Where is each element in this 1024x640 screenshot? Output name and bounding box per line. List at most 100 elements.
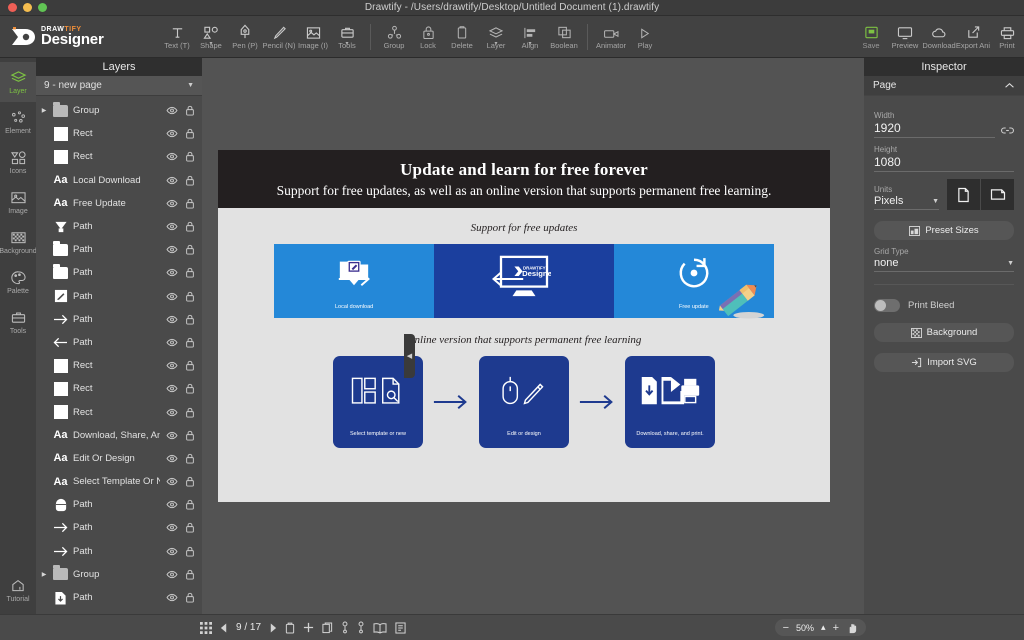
tool-delete[interactable]: Delete <box>445 16 479 58</box>
lock-icon[interactable] <box>183 221 196 232</box>
eye-icon[interactable] <box>165 593 178 602</box>
tool-tools[interactable]: ▾ Tools <box>330 16 364 58</box>
landscape-button[interactable] <box>981 179 1014 210</box>
portrait-button[interactable] <box>947 179 980 210</box>
lock-icon[interactable] <box>183 453 196 464</box>
lock-icon[interactable] <box>183 407 196 418</box>
artboard[interactable]: Update and learn for free forever Suppor… <box>218 150 830 502</box>
tool-shape[interactable]: ▾ Shape <box>194 16 228 58</box>
next-page-icon[interactable] <box>269 623 277 633</box>
lock-icon[interactable] <box>183 337 196 348</box>
lock-icon[interactable] <box>183 105 196 116</box>
layer-row[interactable]: Path <box>36 238 202 261</box>
sidebar-item-layer[interactable]: Layer <box>0 62 36 102</box>
spread-icon[interactable] <box>373 622 387 634</box>
layer-row[interactable]: Path <box>36 331 202 354</box>
grid-type-select[interactable]: none ▼ <box>874 257 1014 272</box>
lock-icon[interactable] <box>183 499 196 510</box>
eye-icon[interactable] <box>165 268 178 277</box>
zoom-in-button[interactable]: + <box>833 622 839 634</box>
prev-page-icon[interactable] <box>220 623 228 633</box>
layer-row[interactable]: Aa Edit Or Design <box>36 447 202 470</box>
eye-icon[interactable] <box>165 384 178 393</box>
page-view-icon[interactable] <box>395 621 406 634</box>
layer-row[interactable]: Path <box>36 586 202 609</box>
expand-arrow-icon[interactable]: ▶ <box>40 107 48 114</box>
tool-animator[interactable]: Animator <box>594 16 628 58</box>
eye-icon[interactable] <box>165 129 178 138</box>
print-bleed-toggle[interactable] <box>874 299 900 312</box>
sidebar-item-tools[interactable]: Tools <box>0 302 36 342</box>
tool-export-ani[interactable]: Export Ani <box>956 16 990 58</box>
collapse-left-panel-handle[interactable]: ◀ <box>404 334 415 378</box>
layer-row[interactable]: Path <box>36 285 202 308</box>
eye-icon[interactable] <box>165 152 178 161</box>
background-button[interactable]: Background <box>874 323 1014 342</box>
sidebar-item-element[interactable]: Element <box>0 102 36 142</box>
layer-row[interactable]: Path <box>36 493 202 516</box>
eye-icon[interactable] <box>165 222 178 231</box>
eye-icon[interactable] <box>165 523 178 532</box>
eye-icon[interactable] <box>165 361 178 370</box>
sidebar-item-background[interactable]: Background <box>0 222 37 262</box>
layer-row[interactable]: Aa Download, Share, And <box>36 424 202 447</box>
lock-icon[interactable] <box>183 128 196 139</box>
tool-group[interactable]: Group <box>377 16 411 58</box>
layer-row[interactable]: Path <box>36 540 202 563</box>
duplicate-page-icon[interactable] <box>322 621 333 634</box>
zoom-out-button[interactable]: − <box>783 622 789 634</box>
tool-save[interactable]: Save <box>854 16 888 58</box>
page-selector-dropdown[interactable]: 9 - new page ▼ <box>36 76 202 96</box>
tool-print[interactable]: Print <box>990 16 1024 58</box>
import-svg-button[interactable]: Import SVG <box>874 353 1014 372</box>
zoom-caret-icon[interactable]: ▴ <box>821 622 826 633</box>
layer-row[interactable]: Aa Select Template Or N <box>36 470 202 493</box>
tool-text[interactable]: Text (T) <box>160 16 194 58</box>
tool-boolean[interactable]: Boolean <box>547 16 581 58</box>
lock-icon[interactable] <box>183 314 196 325</box>
eye-icon[interactable] <box>165 245 178 254</box>
eye-icon[interactable] <box>165 408 178 417</box>
eye-icon[interactable] <box>165 338 178 347</box>
eye-icon[interactable] <box>165 199 178 208</box>
layer-row[interactable]: ▶ Group <box>36 99 202 122</box>
layer-row[interactable]: Path <box>36 261 202 284</box>
layer-row[interactable]: Path <box>36 516 202 539</box>
sidebar-item-tutorial[interactable]: Tutorial <box>0 570 36 610</box>
card-download-share-print[interactable]: Download, share, and print. <box>625 356 715 448</box>
eye-icon[interactable] <box>165 570 178 579</box>
lock-icon[interactable] <box>183 546 196 557</box>
lock-icon[interactable] <box>183 198 196 209</box>
tool-preview[interactable]: Preview <box>888 16 922 58</box>
sidebar-item-image[interactable]: Image <box>0 182 36 222</box>
layer-row[interactable]: Aa Free Update <box>36 192 202 215</box>
lock-icon[interactable] <box>183 592 196 603</box>
eye-icon[interactable] <box>165 292 178 301</box>
lock-icon[interactable] <box>183 569 196 580</box>
expand-arrow-icon[interactable]: ▶ <box>40 571 48 578</box>
lock-icon[interactable] <box>183 175 196 186</box>
tool-layer[interactable]: ▾ Layer <box>479 16 513 58</box>
sidebar-item-icons[interactable]: Icons <box>0 142 36 182</box>
grid-icon[interactable] <box>200 621 212 634</box>
lock-icon[interactable] <box>183 151 196 162</box>
height-input[interactable]: 1080 <box>874 155 1014 172</box>
eye-icon[interactable] <box>165 431 178 440</box>
preset-sizes-button[interactable]: Preset Sizes <box>874 221 1014 240</box>
lock-icon[interactable] <box>183 244 196 255</box>
layer-row[interactable]: Rect <box>36 354 202 377</box>
eye-icon[interactable] <box>165 477 178 486</box>
layer-row[interactable]: Rect <box>36 122 202 145</box>
lock-icon[interactable] <box>183 267 196 278</box>
sidebar-item-palette[interactable]: Palette <box>0 262 36 302</box>
lock-icon[interactable] <box>183 360 196 371</box>
eye-icon[interactable] <box>165 315 178 324</box>
layer-row[interactable]: Path <box>36 215 202 238</box>
layer-list[interactable]: ▶ Group Rect Rect Aa Local Download Aa Free Upd… <box>36 96 202 614</box>
hand-icon[interactable] <box>846 622 858 634</box>
units-select[interactable]: Pixels ▼ <box>874 195 939 210</box>
layer-row[interactable]: Aa Local Download <box>36 169 202 192</box>
layer-row[interactable]: Rect <box>36 377 202 400</box>
inspector-section-page[interactable]: Page <box>864 76 1024 96</box>
link-icon[interactable] <box>1001 126 1014 138</box>
